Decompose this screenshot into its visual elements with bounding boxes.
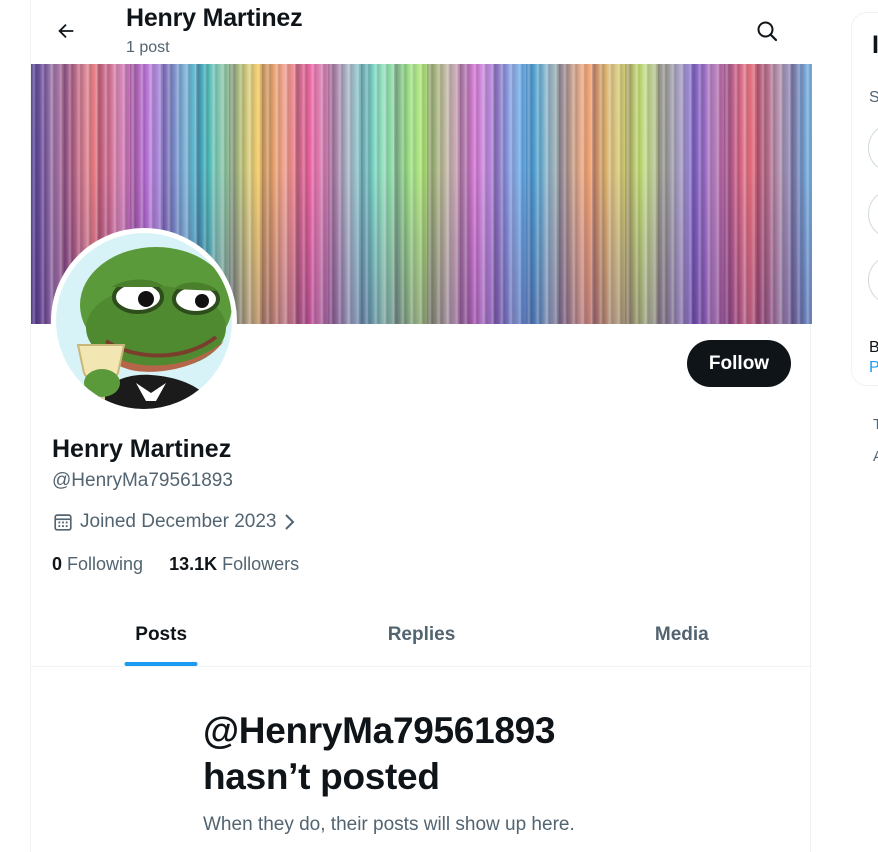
- calendar-icon: [54, 514, 72, 531]
- followers-count: 13.1K: [169, 554, 218, 574]
- tab-replies[interactable]: Replies: [291, 603, 551, 666]
- profile-handle: @HenryMa79561893: [52, 470, 233, 491]
- following-label: Following: [67, 554, 144, 574]
- joined-date[interactable]: Joined December 2023: [52, 511, 298, 533]
- sidebar-avatar[interactable]: [868, 123, 878, 173]
- profile-name: Henry Martinez: [52, 435, 232, 463]
- empty-state-title: @HenryMa79561893 hasn’t posted: [203, 708, 555, 800]
- sidebar-footer-link[interactable]: T: [873, 416, 878, 433]
- chevron-right-icon: [285, 514, 295, 530]
- tab-label: Posts: [135, 623, 188, 645]
- empty-state-subtitle: When they do, their posts will show up h…: [203, 814, 575, 835]
- following-count: 0: [52, 554, 63, 574]
- header-title: Henry Martinez: [126, 4, 303, 32]
- tab-label: Replies: [387, 623, 456, 645]
- sidebar-avatar[interactable]: [868, 255, 878, 305]
- tab-media[interactable]: Media: [552, 603, 812, 666]
- sidebar-subtext: S: [869, 89, 878, 106]
- joined-text: Joined December 2023: [80, 511, 277, 532]
- followers-label: Followers: [222, 554, 300, 574]
- sidebar-heading: I: [872, 31, 878, 59]
- sidebar-footer-link[interactable]: A: [873, 448, 878, 465]
- avatar-image: [56, 233, 232, 409]
- back-button[interactable]: [47, 12, 85, 50]
- sidebar-line-b: B: [869, 339, 878, 356]
- sidebar-card: I S B P: [851, 12, 878, 386]
- tab-label: Media: [654, 623, 709, 645]
- followers-link[interactable]: 13.1K Followers: [169, 554, 299, 575]
- search-icon: [757, 21, 778, 42]
- profile-column: Henry Martinez 1 post Follow Henry Marti…: [30, 0, 812, 852]
- empty-title-line2: hasn’t posted: [203, 756, 440, 797]
- post-count: 1 post: [126, 39, 170, 56]
- active-tab-indicator: [124, 662, 198, 666]
- following-link[interactable]: 0 Following: [52, 554, 143, 575]
- profile-tabs: Posts Replies Media: [31, 603, 812, 667]
- sidebar-link-p[interactable]: P: [869, 359, 878, 377]
- search-button[interactable]: [748, 12, 786, 50]
- tab-posts[interactable]: Posts: [31, 603, 291, 666]
- sidebar-avatar[interactable]: [868, 189, 878, 239]
- profile-stats: 0 Following 13.1K Followers: [52, 554, 299, 575]
- profile-header: Henry Martinez 1 post: [31, 0, 812, 64]
- avatar[interactable]: [51, 228, 237, 414]
- follow-button[interactable]: Follow: [687, 340, 791, 387]
- empty-title-line1: @HenryMa79561893: [203, 710, 556, 751]
- arrow-left-icon: [58, 23, 74, 39]
